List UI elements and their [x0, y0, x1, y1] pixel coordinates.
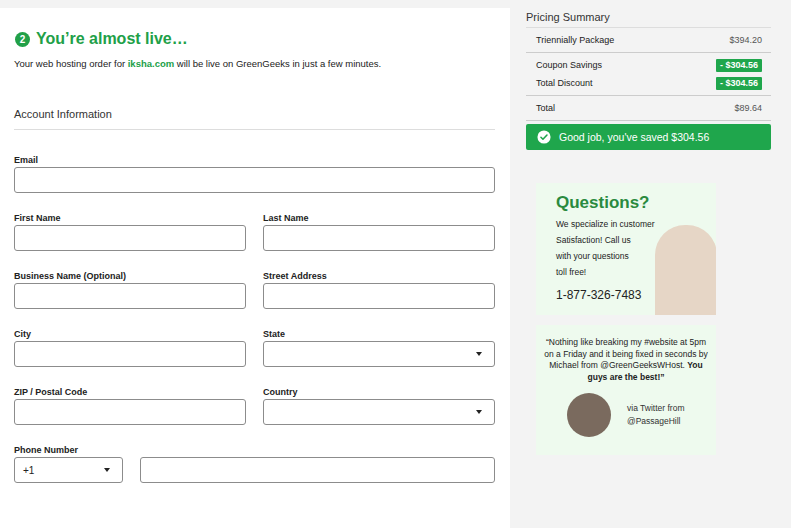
- source-text: via Twitter from@PassageHill: [627, 402, 684, 428]
- field-label: Street Address: [263, 270, 495, 283]
- source-line: @PassageHill: [627, 415, 684, 428]
- phone-input[interactable]: [140, 457, 495, 483]
- form-field: State: [263, 328, 495, 367]
- field-label: Last Name: [263, 212, 495, 225]
- pricing-row: Coupon Savings - $304.56: [536, 56, 762, 74]
- pricing-row: Total $89.64: [536, 99, 762, 117]
- ad-line: We specialize in customer: [556, 216, 655, 232]
- form-row: First Name Last Name: [14, 212, 495, 251]
- pricing-group: Total $89.64: [526, 96, 771, 121]
- check-circle-icon: [537, 130, 551, 144]
- avatar-photo: [567, 393, 611, 437]
- step-heading: 2 You’re almost live…: [14, 30, 495, 48]
- form-row: Email: [14, 154, 495, 193]
- field-label: Phone Number: [14, 444, 495, 457]
- dropdown-arrow-icon: [476, 352, 482, 356]
- form-field: Email: [14, 154, 495, 193]
- ad-title: Questions?: [556, 193, 655, 213]
- text-input[interactable]: [14, 167, 495, 193]
- intro-text: Your web hosting order for iksha.com wil…: [14, 57, 495, 70]
- pricing-row: Triennially Package $394.20: [536, 31, 762, 49]
- agent-photo: [655, 225, 716, 315]
- field-label: City: [14, 328, 246, 341]
- ad-line: with your questions: [556, 248, 655, 264]
- text-input[interactable]: [263, 283, 495, 309]
- pricing-label: Total Discount: [536, 74, 593, 92]
- form-field: Country: [263, 386, 495, 425]
- pricing-label: Coupon Savings: [536, 56, 602, 74]
- savings-text: Good job, you've saved $304.56: [559, 131, 709, 143]
- field-label: Country: [263, 386, 495, 399]
- dropdown-arrow-icon: [104, 468, 110, 472]
- domain-name: iksha.com: [128, 58, 174, 69]
- phone-inputs: +1: [14, 457, 495, 483]
- text-input[interactable]: [14, 283, 246, 309]
- section-title: Account Information: [14, 107, 495, 130]
- form-field: Last Name: [263, 212, 495, 251]
- field-label: Business Name (Optional): [14, 270, 246, 283]
- field-label: First Name: [14, 212, 246, 225]
- text-input[interactable]: [263, 225, 495, 251]
- pricing-group: Coupon Savings - $304.56Total Discount -…: [526, 53, 771, 96]
- form-row: Phone Number +1: [14, 444, 495, 483]
- text-input[interactable]: [14, 225, 246, 251]
- form-field: City: [14, 328, 246, 367]
- country-code-select[interactable]: +1: [14, 457, 123, 483]
- text-input[interactable]: [14, 341, 246, 367]
- field-label: State: [263, 328, 495, 341]
- form-row: ZIP / Postal Code Country: [14, 386, 495, 425]
- checkout-page: 2 You’re almost live… Your web hosting o…: [0, 0, 791, 528]
- form-row: Business Name (Optional) Street Address: [14, 270, 495, 309]
- testimonial-quote: “Nothing like breaking my #website at 5p…: [544, 337, 708, 383]
- form-row: City State: [14, 328, 495, 367]
- account-form: Email First Name Last Name Business Name…: [14, 154, 495, 483]
- source-line: via Twitter from: [627, 402, 684, 415]
- pricing-table: Triennially Package $394.20 Coupon Saving…: [526, 27, 771, 121]
- pricing-amount: $89.64: [734, 99, 762, 117]
- form-field: Business Name (Optional): [14, 270, 246, 309]
- account-panel: 2 You’re almost live… Your web hosting o…: [0, 8, 510, 528]
- discount-badge: - $304.56: [716, 59, 762, 72]
- field-label: Email: [14, 154, 495, 167]
- ad-line: Satisfaction! Call us: [556, 232, 655, 248]
- summary-panel: Pricing Summary Triennially Package $394…: [510, 0, 791, 528]
- step-number: 2: [15, 32, 30, 47]
- step-title: You’re almost live…: [36, 30, 188, 48]
- support-ad[interactable]: Questions? We specialize in customerSati…: [536, 183, 716, 315]
- select-input[interactable]: [263, 341, 495, 367]
- select-input[interactable]: [263, 399, 495, 425]
- dropdown-arrow-icon: [476, 410, 482, 414]
- testimonial-source: via Twitter from@PassageHill: [544, 393, 708, 437]
- testimonial-highlight: You guys are the best!”: [588, 360, 703, 382]
- country-code: +1: [23, 465, 34, 476]
- pricing-title: Pricing Summary: [526, 10, 771, 24]
- form-field: First Name: [14, 212, 246, 251]
- form-field: ZIP / Postal Code: [14, 386, 246, 425]
- discount-badge: - $304.56: [716, 77, 762, 90]
- pricing-row: Total Discount - $304.56: [536, 74, 762, 92]
- text-input[interactable]: [14, 399, 246, 425]
- pricing-label: Total: [536, 99, 555, 117]
- savings-banner: Good job, you've saved $304.56: [526, 124, 771, 150]
- pricing-group: Triennially Package $394.20: [526, 28, 771, 53]
- form-field: Street Address: [263, 270, 495, 309]
- ad-phone: 1-877-326-7483: [556, 287, 655, 303]
- ad-text: Questions? We specialize in customerSati…: [536, 183, 655, 315]
- field-label: ZIP / Postal Code: [14, 386, 246, 399]
- form-field: Phone Number +1: [14, 444, 495, 483]
- ad-line: toll free!: [556, 264, 655, 280]
- pricing-amount: $394.20: [729, 31, 762, 49]
- pricing-label: Triennially Package: [536, 31, 614, 49]
- testimonial-card: “Nothing like breaking my #website at 5p…: [536, 325, 716, 455]
